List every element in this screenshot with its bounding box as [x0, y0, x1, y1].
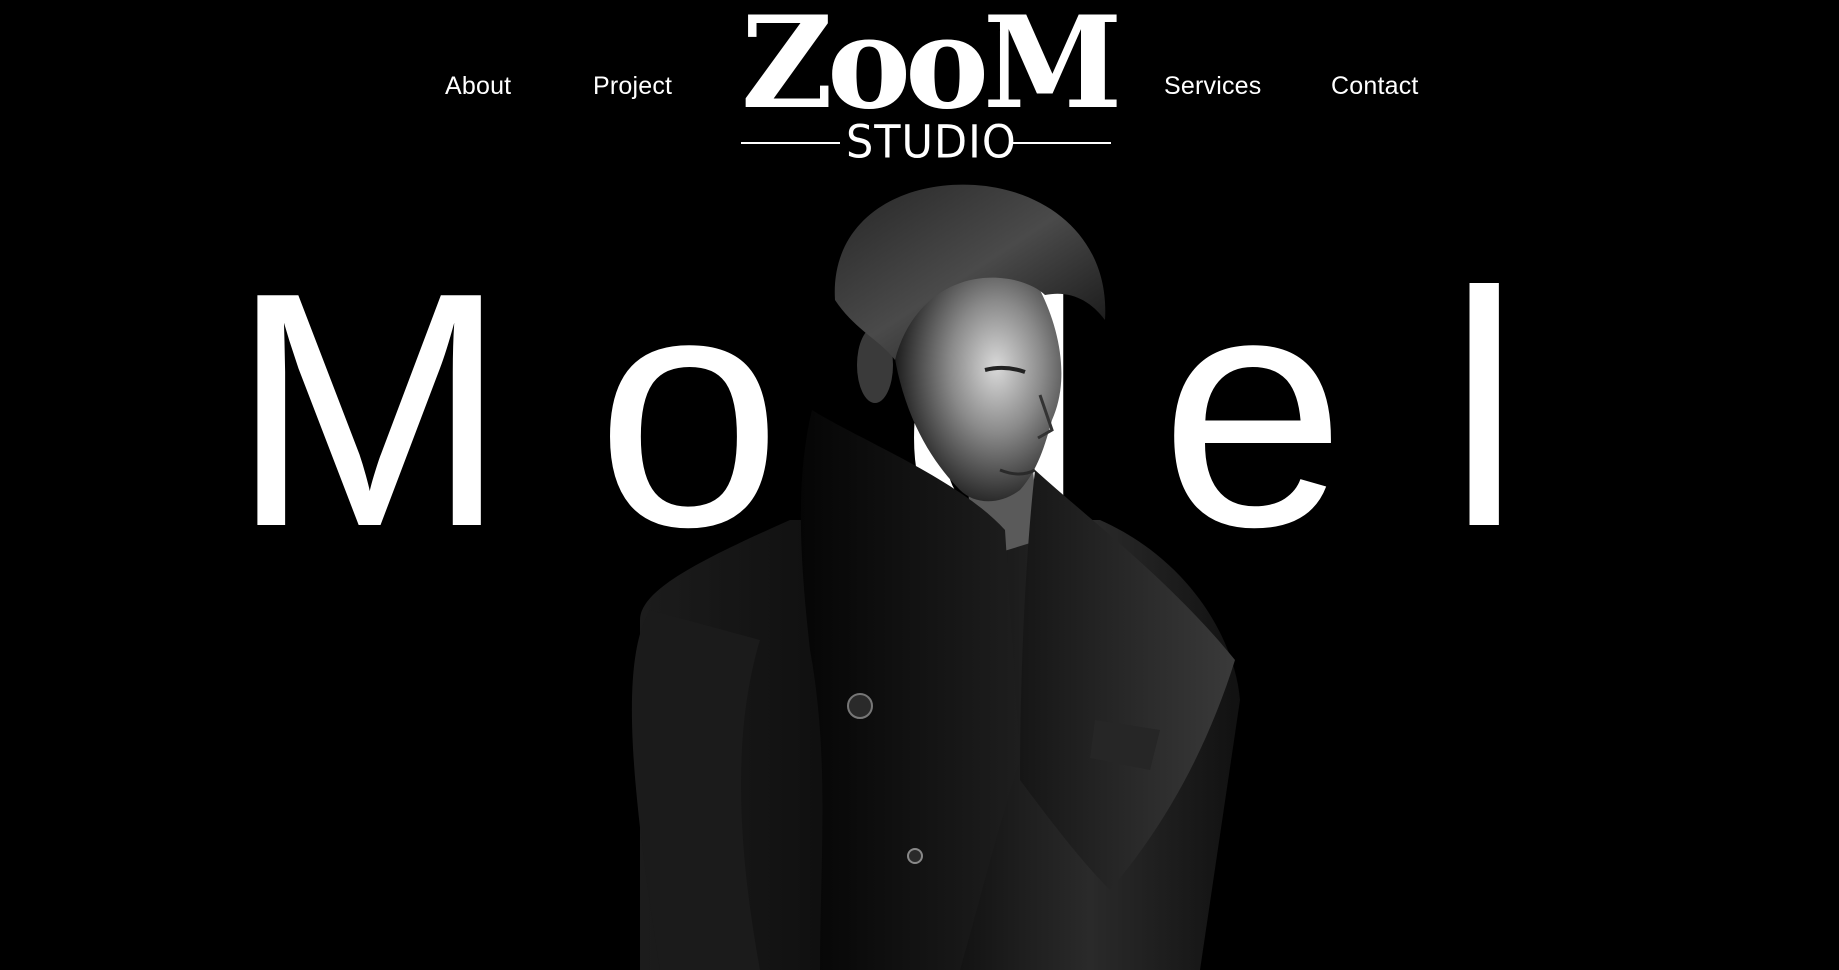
logo-subtitle: STUDIO	[846, 116, 1017, 170]
page: M o d e l About Project ZooM STUDIO Serv…	[0, 0, 1839, 970]
hero-letter-d: d	[900, 223, 1086, 596]
logo-rule-left	[741, 142, 840, 144]
hero-letter-l: l	[1447, 223, 1522, 596]
nav-contact-link[interactable]: Contact	[1331, 72, 1419, 101]
hero-letter-o: o	[596, 223, 782, 596]
hero-letter-m: M	[230, 223, 509, 596]
nav-project-link[interactable]: Project	[593, 72, 672, 101]
zoom-studio-logo[interactable]: ZooM STUDIO	[741, 0, 1123, 170]
logo-wordmark: ZooM	[741, 0, 1123, 137]
logo-rule-right	[1012, 142, 1111, 144]
nav-services-link[interactable]: Services	[1164, 72, 1261, 101]
hero-heading: M o d e l	[0, 223, 1839, 596]
hero-letter-e: e	[1160, 223, 1346, 596]
nav-about-link[interactable]: About	[445, 72, 511, 101]
